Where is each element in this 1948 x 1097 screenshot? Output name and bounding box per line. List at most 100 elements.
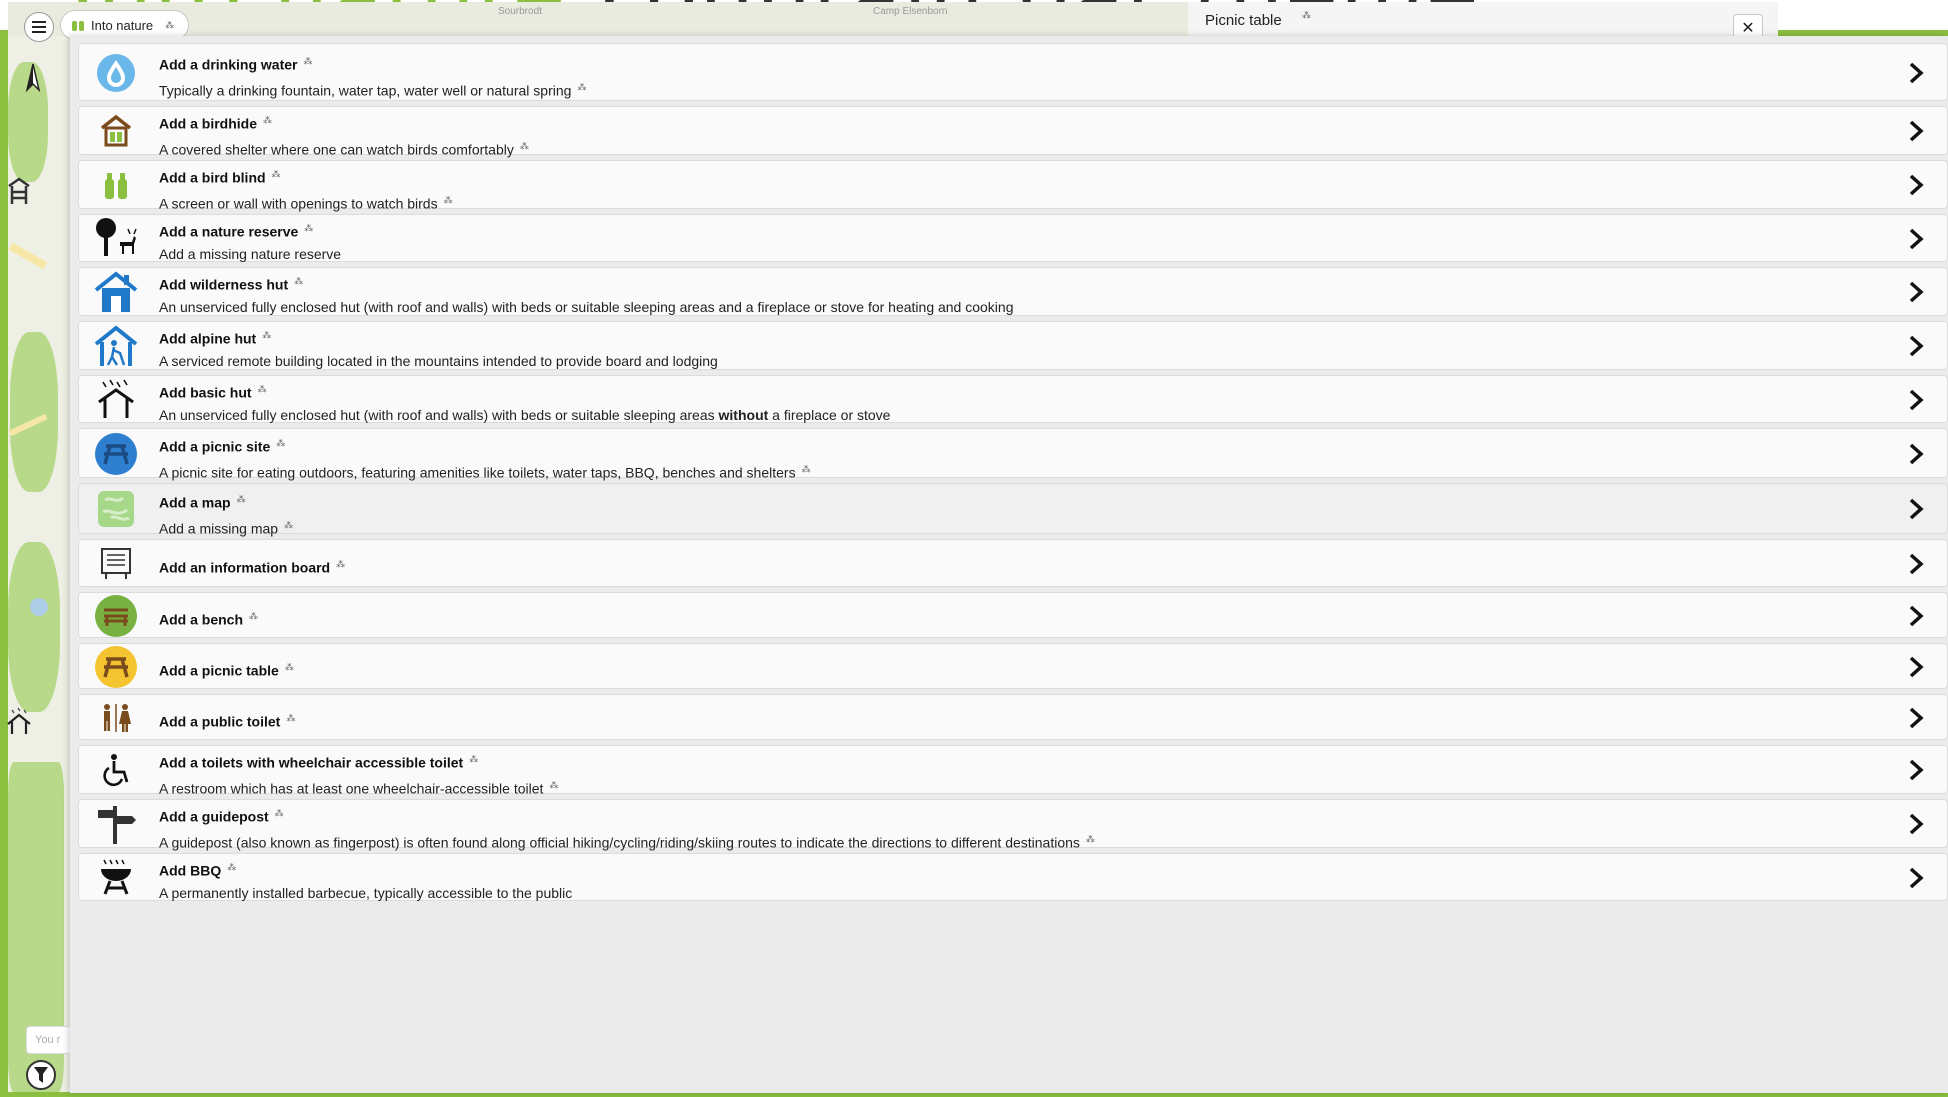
chevron-right-icon	[1909, 281, 1924, 303]
list-item-nature-reserve[interactable]: Add a nature reserve ⁂ Add a missing natu…	[78, 214, 1948, 262]
list-item-drinking-water[interactable]: Add a drinking water ⁂ Typically a drinki…	[78, 43, 1948, 101]
information-board-icon	[93, 540, 139, 586]
item-title: Add a toilets with wheelchair accessible…	[159, 754, 464, 771]
item-title: Add an information board	[159, 559, 331, 576]
list-item-map[interactable]: Add a map ⁂ Add a missing map ⁂	[78, 483, 1948, 537]
popup-header: Picnic table ⁂ ✕	[1188, 2, 1778, 42]
list-item-bird-blind[interactable]: Add a bird blind ⁂ A screen or wall with …	[78, 160, 1948, 211]
item-title: Add a bird blind	[159, 169, 266, 186]
item-description: An unserviced fully enclosed hut (with r…	[159, 298, 1014, 315]
chevron-right-icon	[1909, 813, 1924, 835]
drinking-water-icon	[93, 50, 139, 96]
filter-button[interactable]	[26, 1060, 56, 1090]
translate-icon[interactable]: ⁂	[304, 223, 313, 233]
bbq-icon	[93, 854, 139, 900]
chevron-right-icon	[1909, 759, 1924, 781]
birdhide-map-icon[interactable]	[6, 176, 32, 206]
menu-button[interactable]	[24, 12, 54, 42]
list-item-alpine-hut[interactable]: Add alpine hut ⁂ A serviced remote buildi…	[78, 321, 1948, 370]
translate-icon[interactable]: ⁂	[285, 662, 294, 672]
chevron-right-icon	[1909, 389, 1924, 411]
basic-hut-map-icon[interactable]	[6, 706, 32, 736]
list-item-basic-hut[interactable]: Add basic hut ⁂ An unserviced fully enclo…	[78, 375, 1948, 423]
translate-icon[interactable]: ⁂	[276, 438, 285, 448]
translate-icon[interactable]: ⁂	[258, 384, 267, 394]
translate-icon[interactable]: ⁂	[802, 464, 811, 474]
picnic-table-icon	[93, 644, 139, 690]
list-item-guidepost[interactable]: Add a guidepost ⁂ A guidepost (also known…	[78, 799, 1948, 850]
list-item-bbq[interactable]: Add BBQ ⁂ A permanently installed barbecu…	[78, 853, 1948, 901]
item-description: A covered shelter where one can watch bi…	[159, 141, 514, 158]
translate-icon[interactable]: ⁂	[520, 141, 529, 151]
item-title: Add a public toilet	[159, 713, 281, 730]
chevron-right-icon	[1909, 120, 1924, 142]
translate-icon[interactable]: ⁂	[1086, 834, 1095, 844]
map-icon	[93, 486, 139, 532]
chevron-right-icon	[1909, 62, 1924, 84]
list-item-public-toilet[interactable]: Add a public toilet ⁂	[78, 694, 1948, 740]
app: Into nature Fountain bar theme Sourbrodt…	[0, 0, 1948, 1097]
list-item-picnic-site[interactable]: Add a picnic site ⁂ A picnic site for eat…	[78, 428, 1948, 481]
item-description-pre: An unserviced fully enclosed hut (with r…	[159, 406, 719, 423]
item-description: Typically a drinking fountain, water tap…	[159, 82, 572, 99]
chevron-right-icon	[1909, 707, 1924, 729]
chevron-right-icon	[1909, 174, 1924, 196]
chevron-right-icon	[1909, 498, 1924, 520]
item-title: Add a picnic table	[159, 662, 279, 679]
item-title: Add a drinking water	[159, 56, 298, 73]
list-item-information-board[interactable]: Add an information board ⁂	[78, 539, 1948, 587]
item-description: A serviced remote building located in th…	[159, 352, 718, 369]
item-description: A picnic site for eating outdoors, featu…	[159, 464, 796, 481]
translate-icon[interactable]: ⁂	[286, 713, 295, 723]
chevron-right-icon	[1909, 867, 1924, 889]
item-title: Add BBQ	[159, 862, 222, 879]
translate-icon[interactable]: ⁂	[272, 169, 281, 179]
popup-title: Picnic table	[1205, 12, 1282, 29]
item-title: Add a bench	[159, 611, 244, 628]
translate-icon[interactable]: ⁂	[262, 330, 271, 340]
translate-icon[interactable]: ⁂	[227, 862, 236, 872]
translate-icon[interactable]: ⁂	[303, 56, 312, 66]
item-title: Add a map	[159, 494, 231, 511]
map-label: Camp Elsenborn	[873, 6, 948, 17]
chevron-right-icon	[1909, 228, 1924, 250]
list-item-wilderness-hut[interactable]: Add wilderness hut ⁂ An unserviced fully …	[78, 267, 1948, 316]
translate-icon[interactable]: ⁂	[294, 276, 303, 286]
chevron-right-icon	[1909, 335, 1924, 357]
translate-icon[interactable]: ⁂	[275, 808, 284, 818]
list-item-birdhide[interactable]: Add a birdhide ⁂ A covered shelter where …	[78, 106, 1948, 158]
public-toilet-icon	[93, 695, 139, 741]
translate-icon[interactable]: ⁂	[549, 780, 558, 790]
translate-icon[interactable]: ⁂	[336, 559, 345, 569]
translate-icon[interactable]: ⁂	[577, 82, 586, 92]
add-feature-panel: Add a drinking water ⁂ Typically a drinki…	[70, 36, 1948, 1093]
item-description: Add a missing map	[159, 520, 279, 537]
list-item-bench[interactable]: Add a bench ⁂	[78, 592, 1948, 638]
translate-icon[interactable]: ⁂	[165, 20, 174, 31]
list-item-picnic-table[interactable]: Add a picnic table ⁂	[78, 643, 1948, 689]
translate-icon[interactable]: ⁂	[249, 611, 258, 621]
translate-icon[interactable]: ⁂	[469, 754, 478, 764]
item-title: Add a guidepost	[159, 808, 269, 825]
chevron-right-icon	[1909, 656, 1924, 678]
bird-blind-icon	[93, 162, 139, 208]
nature-reserve-icon	[93, 215, 139, 261]
theme-label: Into nature	[91, 17, 154, 33]
wheelchair-icon	[93, 747, 139, 793]
item-title: Add basic hut	[159, 384, 252, 401]
item-description: A restroom which has at least one wheelc…	[159, 780, 544, 797]
list-item-wheelchair-toilet[interactable]: Add a toilets with wheelchair accessible…	[78, 745, 1948, 797]
hamburger-icon	[32, 21, 46, 33]
item-description-post: a fireplace or stove	[768, 406, 891, 423]
compass-icon[interactable]	[22, 62, 44, 98]
translate-icon[interactable]: ⁂	[263, 115, 272, 125]
item-description-bold: without	[718, 406, 769, 423]
translate-icon[interactable]: ⁂	[237, 494, 246, 504]
alpine-hut-icon	[93, 323, 139, 369]
chevron-right-icon	[1909, 443, 1924, 465]
guidepost-icon	[93, 801, 139, 847]
translate-icon[interactable]: ⁂	[284, 520, 293, 530]
translate-icon[interactable]: ⁂	[1302, 10, 1311, 21]
translate-icon[interactable]: ⁂	[444, 195, 453, 205]
picnic-site-icon	[93, 431, 139, 477]
